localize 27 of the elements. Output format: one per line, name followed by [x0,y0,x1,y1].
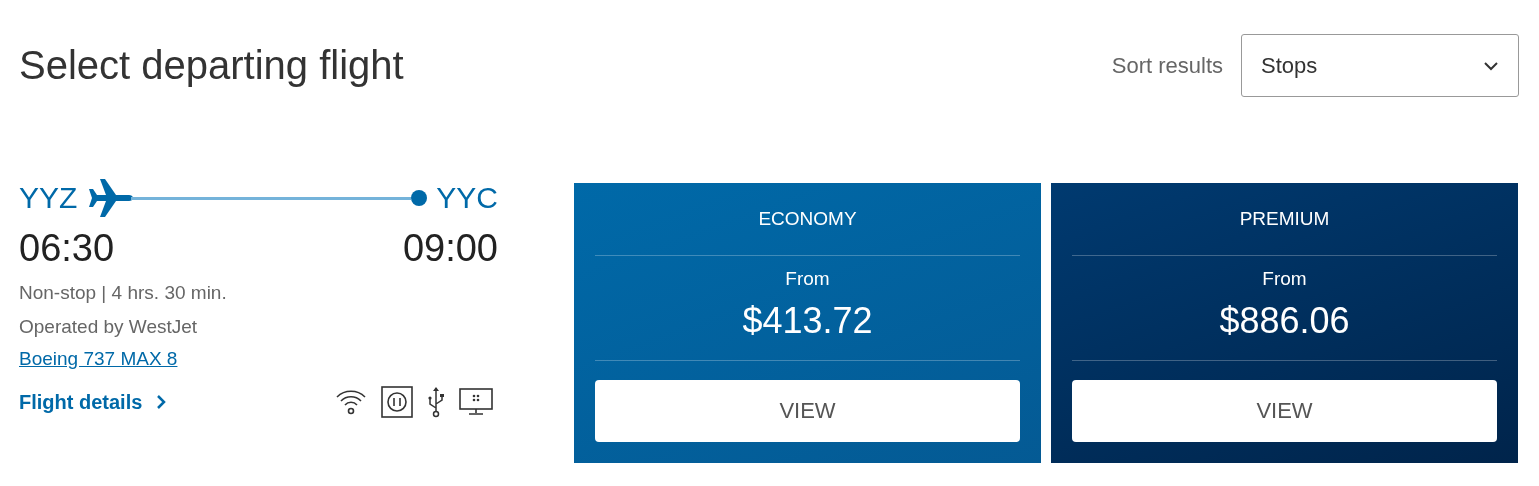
fare-price: $413.72 [741,299,874,342]
usb-icon [427,386,445,418]
departure-time: 06:30 [19,227,115,270]
origin-code: YYZ [19,181,78,215]
chevron-down-icon [1483,60,1499,71]
power-outlet-icon [381,386,413,418]
view-button[interactable]: VIEW [595,380,1020,442]
flight-summary: Non-stop | 4 hrs. 30 min. [19,282,228,304]
wifi-icon [335,388,367,416]
destination-dot [411,190,428,206]
fare-price: $886.06 [1218,299,1351,342]
sort-dropdown[interactable]: Stops [1241,34,1519,97]
page-title: Select departing flight [19,43,404,88]
aircraft-link[interactable]: Boeing 737 MAX 8 [19,348,178,370]
from-label: From [1261,267,1308,290]
screen-icon [459,388,493,416]
cabin-name: PREMIUM [1072,183,1497,256]
plane-icon [89,178,134,218]
cabin-name: ECONOMY [595,183,1020,256]
sort-label: Sort results [1111,52,1223,79]
chevron-right-icon [156,394,167,410]
flight-details-link[interactable]: Flight details [19,390,167,414]
view-button[interactable]: VIEW [1072,380,1497,442]
arrival-time: 09:00 [402,227,498,270]
operator-text: Operated by WestJet [19,316,199,338]
destination-code: YYC [436,181,498,215]
from-label: From [784,267,831,290]
